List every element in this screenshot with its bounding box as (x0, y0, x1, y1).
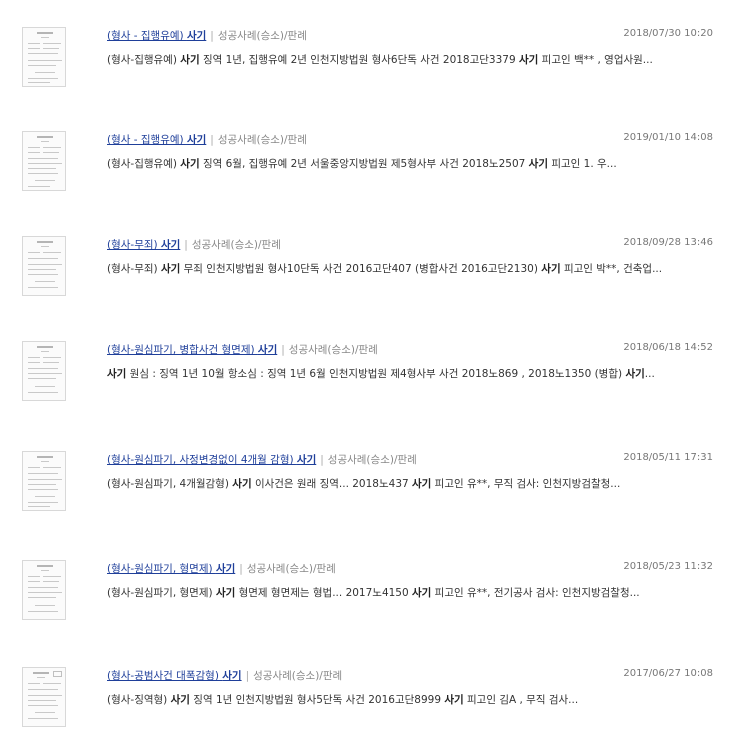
result-title-row: (형사 - 집행유예) 사기 | 성공사례(승소)/판례 (107, 132, 713, 148)
result-category: 성공사례(승소)/판례 (327, 454, 417, 466)
result-item: (형사 - 집행유예) 사기 | 성공사례(승소)/판례 2019/01/10 14… (0, 131, 743, 211)
result-title-row: (형사-무죄) 사기 | 성공사례(승소)/판례 (107, 237, 713, 253)
title-separator: | (320, 454, 324, 466)
result-title-link[interactable]: (형사 - 집행유예) 사기 (107, 134, 206, 146)
result-snippet: (형사-징역형) 사기 징역 1년 인천지방법원 형사5단독 사건 2016고단… (107, 694, 579, 706)
title-separator: | (245, 670, 250, 682)
result-snippet: (형사-원심파기, 형면제) 사기 형면제 형면제는 형법... 2017노41… (107, 587, 640, 599)
result-date: 2017/06/27 10:08 (623, 668, 713, 679)
result-title-row: (형사-공범사건 대폭감형) 사기 | 성공사례(승소)/판례 (107, 668, 713, 684)
result-category: 성공사례(승소)/판례 (191, 239, 281, 251)
result-title-row: (형사-원심파기, 병합사건 형면제) 사기 | 성공사례(승소)/판례 (107, 342, 713, 358)
document-thumbnail[interactable] (22, 667, 66, 727)
result-title-link[interactable]: (형사 - 집행유예) 사기 (107, 30, 206, 42)
result-item: (형사-원심파기, 사정변경없이 4개월 감형) 사기 | 성공사례(승소)/판례 … (0, 451, 743, 531)
result-category: 성공사례(승소)/판례 (217, 30, 307, 42)
result-date: 2018/05/23 11:32 (623, 561, 713, 572)
title-separator: | (239, 563, 243, 575)
title-separator: | (184, 239, 188, 251)
result-date: 2018/05/11 17:31 (623, 452, 713, 463)
title-separator: | (281, 344, 285, 356)
result-date: 2018/09/28 13:46 (623, 237, 713, 248)
document-thumbnail[interactable] (22, 27, 66, 87)
result-snippet: (형사-집행유예) 사기 징역 6월, 집행유예 2년 서울중앙지방법원 제5형… (107, 158, 617, 170)
result-category: 성공사례(승소)/판례 (288, 344, 378, 356)
result-category: 성공사례(승소)/판례 (217, 134, 307, 146)
result-category: 성공사례(승소)/판례 (253, 670, 343, 682)
result-item: (형사-원심파기, 형면제) 사기 | 성공사례(승소)/판례 2018/05/23… (0, 560, 743, 640)
document-thumbnail[interactable] (22, 560, 66, 620)
result-title-link[interactable]: (형사-원심파기, 형면제) 사기 (107, 563, 235, 575)
document-thumbnail[interactable] (22, 131, 66, 191)
title-separator: | (210, 30, 214, 42)
result-date: 2018/06/18 14:52 (623, 342, 713, 353)
result-snippet: (형사-집행유예) 사기 징역 1년, 집행유예 2년 인천지방법원 형사6단독… (107, 54, 653, 66)
result-item: (형사-원심파기, 병합사건 형면제) 사기 | 성공사례(승소)/판례 2018/… (0, 341, 743, 421)
result-category: 성공사례(승소)/판례 (246, 563, 336, 575)
result-date: 2018/07/30 10:20 (623, 28, 713, 39)
result-item: (형사-무죄) 사기 | 성공사례(승소)/판례 2018/09/28 13:46 … (0, 236, 743, 316)
search-results-list: (형사 - 집행유예) 사기 | 성공사례(승소)/판례 2018/07/30 10… (0, 0, 743, 749)
document-thumbnail[interactable] (22, 236, 66, 296)
result-date: 2019/01/10 14:08 (623, 132, 713, 143)
result-item: (형사 - 집행유예) 사기 | 성공사례(승소)/판례 2018/07/30 10… (0, 27, 743, 107)
result-title-link[interactable]: (형사-원심파기, 병합사건 형면제) 사기 (107, 344, 277, 356)
result-title-row: (형사-원심파기, 사정변경없이 4개월 감형) 사기 | 성공사례(승소)/판례 (107, 452, 713, 468)
result-snippet: (형사-원심파기, 4개월감형) 사기 이사건은 원래 징역... 2018노4… (107, 478, 621, 490)
result-item: (형사-공범사건 대폭감형) 사기 | 성공사례(승소)/판례 2017/06/27… (0, 667, 743, 747)
result-title-link[interactable]: (형사-원심파기, 사정변경없이 4개월 감형) 사기 (107, 454, 316, 466)
result-snippet: 사기 원심 : 징역 1년 10월 항소심 : 징역 1년 6월 인천지방법원 … (107, 368, 655, 380)
result-title-link[interactable]: (형사-무죄) 사기 (107, 239, 180, 251)
result-title-row: (형사 - 집행유예) 사기 | 성공사례(승소)/판례 (107, 28, 713, 44)
result-title-row: (형사-원심파기, 형면제) 사기 | 성공사례(승소)/판례 (107, 561, 713, 577)
title-separator: | (210, 134, 214, 146)
document-thumbnail[interactable] (22, 341, 66, 401)
document-thumbnail[interactable] (22, 451, 66, 511)
result-snippet: (형사-무죄) 사기 무죄 인천지방법원 형사10단독 사건 2016고단407… (107, 263, 663, 275)
result-title-link[interactable]: (형사-공범사건 대폭감형) 사기 (107, 670, 242, 682)
